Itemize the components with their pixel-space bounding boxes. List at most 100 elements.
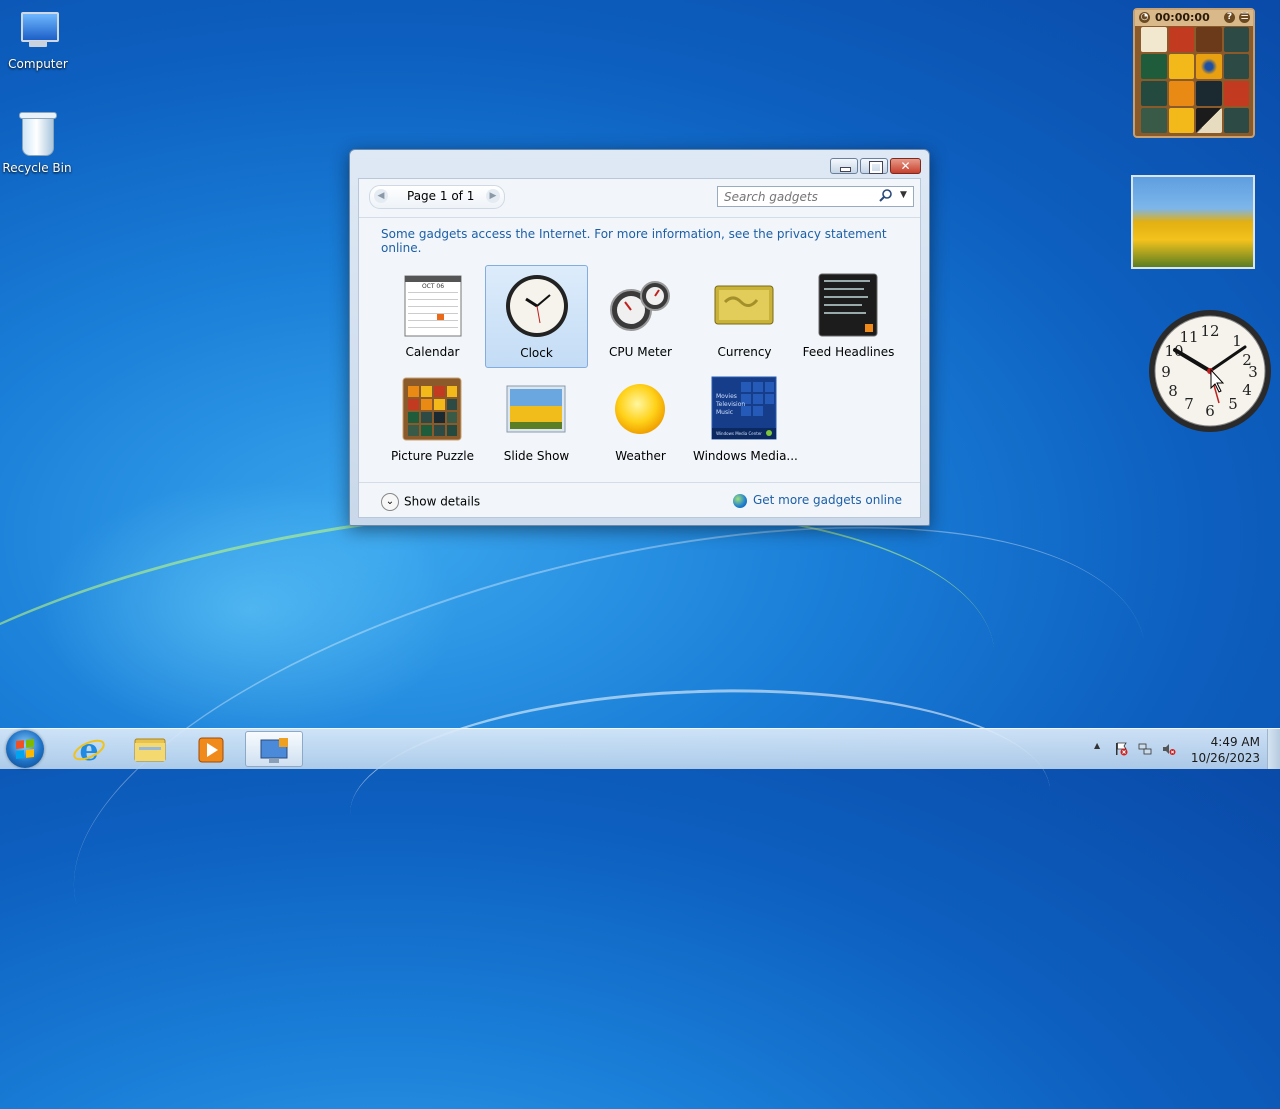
globe-icon [732, 493, 747, 508]
clock-gadget[interactable]: 1212 345 678 91011 [1147, 308, 1273, 434]
gadget-item-weather[interactable]: Weather [589, 369, 692, 472]
puzzle-tile[interactable] [1223, 27, 1249, 52]
search-input[interactable] [722, 189, 876, 205]
svg-text:3: 3 [1248, 363, 1258, 381]
puzzle-grid[interactable] [1141, 27, 1249, 133]
gadget-item-label: Currency [717, 345, 772, 359]
gadget-item-label: Feed Headlines [802, 345, 895, 359]
puzzle-tile[interactable] [1196, 54, 1222, 79]
action-center-flag-icon[interactable] [1114, 742, 1128, 756]
puzzle-tile[interactable] [1168, 108, 1194, 133]
chevron-down-icon[interactable]: ▼ [900, 190, 907, 200]
menu-icon[interactable]: ☰ [1239, 12, 1250, 23]
puzzle-tile[interactable] [1141, 27, 1167, 52]
puzzle-tile[interactable] [1141, 54, 1167, 79]
feed-headlines-icon [818, 273, 878, 337]
windows-logo-icon [16, 739, 34, 759]
taskbar-time: 4:49 AM [1210, 735, 1260, 749]
taskbar-internet-explorer[interactable]: e [60, 731, 118, 767]
taskbar-gadget-gallery[interactable] [245, 731, 303, 767]
desktop-icon-label: Computer [8, 57, 68, 71]
gadget-item-label: CPU Meter [609, 345, 672, 359]
taskbar-date: 10/26/2023 [1190, 751, 1260, 765]
media-menu-item: Music [716, 409, 733, 416]
gadget-item-windows-media[interactable]: Movies Television Music Windows Media Ce… [693, 369, 798, 472]
puzzle-tile[interactable] [1223, 108, 1249, 133]
minimize-icon [840, 167, 851, 172]
svg-text:6: 6 [1205, 402, 1215, 420]
cpu-meter-icon [610, 281, 670, 331]
calendar-month: OCT 06 [422, 283, 444, 290]
picture-puzzle-gadget[interactable]: ◔ 00:00:00 ? ☰ [1133, 8, 1255, 138]
gadget-item-cpu-meter[interactable]: CPU Meter [589, 265, 692, 368]
svg-text:7: 7 [1184, 395, 1194, 413]
gadget-gallery-window: ✕ ◀ Page 1 of 1 ▶ ▼ Some gadgets access … [349, 149, 930, 526]
desktop-icon-label: Recycle Bin [2, 161, 72, 175]
puzzle-tile[interactable] [1196, 27, 1222, 52]
taskbar-file-explorer[interactable] [121, 731, 179, 767]
puzzle-tile[interactable] [1141, 108, 1167, 133]
gadget-item-picture-puzzle[interactable]: Picture Puzzle [381, 369, 484, 472]
puzzle-tile[interactable] [1196, 81, 1222, 106]
gadget-item-clock[interactable]: Clock [485, 265, 588, 368]
media-menu-item: Movies [716, 393, 737, 400]
puzzle-tile[interactable] [1168, 27, 1194, 52]
divider [359, 217, 920, 218]
search-icon[interactable] [878, 188, 894, 204]
gadget-item-currency[interactable]: Currency [693, 265, 796, 368]
svg-text:5: 5 [1228, 395, 1238, 413]
start-button[interactable] [6, 730, 44, 768]
help-icon[interactable]: ? [1224, 12, 1235, 23]
puzzle-tile[interactable] [1168, 81, 1194, 106]
internet-explorer-icon: e [73, 733, 105, 767]
weather-icon [615, 384, 665, 434]
network-icon[interactable] [1138, 742, 1152, 756]
page-label: Page 1 of 1 [407, 189, 475, 203]
minimize-button[interactable] [830, 158, 858, 174]
slide-show-icon [506, 385, 566, 433]
gadget-item-calendar[interactable]: OCT 06 Calendar [381, 265, 484, 368]
chevron-down-icon: ⌄ [381, 493, 399, 511]
tray-overflow-button[interactable]: ▲ [1094, 741, 1100, 750]
media-player-icon [198, 737, 224, 763]
volume-muted-icon[interactable] [1162, 742, 1176, 756]
page-navigator: ◀ Page 1 of 1 ▶ [369, 185, 505, 209]
close-icon: ✕ [900, 159, 911, 173]
computer-icon [15, 8, 61, 54]
show-desktop-button[interactable] [1267, 729, 1280, 769]
taskbar-clock[interactable]: 4:49 AM 10/26/2023 [1191, 734, 1260, 766]
timer-icon[interactable]: ◔ [1139, 12, 1150, 23]
taskbar-media-player[interactable] [182, 731, 240, 767]
desktop-icon-recycle-bin[interactable]: Recycle Bin [0, 112, 75, 175]
privacy-info-link[interactable]: Some gadgets access the Internet. For mo… [381, 227, 920, 255]
get-more-gadgets-label: Get more gadgets online [752, 493, 902, 507]
restore-button[interactable] [860, 158, 888, 174]
close-button[interactable]: ✕ [890, 158, 921, 174]
puzzle-tile[interactable] [1223, 81, 1249, 106]
show-details-label: Show details [404, 494, 481, 509]
puzzle-tile[interactable] [1196, 108, 1222, 133]
gadget-item-label: Clock [520, 346, 553, 360]
puzzle-tile[interactable] [1168, 54, 1194, 79]
picture-puzzle-icon [402, 377, 462, 441]
show-details-toggle[interactable]: ⌄ Show details [381, 493, 480, 511]
gadget-item-feed-headlines[interactable]: Feed Headlines [797, 265, 900, 368]
svg-text:4: 4 [1242, 381, 1252, 399]
next-page-button[interactable]: ▶ [486, 189, 500, 203]
desktop-icon-computer[interactable]: Computer [0, 8, 76, 71]
puzzle-tile[interactable] [1223, 54, 1249, 79]
divider [359, 482, 920, 483]
clock-icon [506, 275, 568, 337]
puzzle-tile[interactable] [1141, 81, 1167, 106]
previous-page-button[interactable]: ◀ [374, 189, 388, 203]
svg-text:1: 1 [1232, 332, 1242, 350]
search-box[interactable]: ▼ [717, 186, 914, 207]
get-more-gadgets-link[interactable]: Get more gadgets online [732, 493, 902, 508]
slide-show-gadget[interactable] [1131, 175, 1255, 269]
gallery-panel: ◀ Page 1 of 1 ▶ ▼ Some gadgets access th… [358, 178, 921, 518]
gadget-item-slide-show[interactable]: Slide Show [485, 369, 588, 472]
folder-icon [134, 738, 166, 762]
svg-text:e: e [79, 733, 98, 767]
windows-media-icon: Movies Television Music Windows Media Ce… [711, 376, 777, 440]
calendar-icon: OCT 06 [404, 275, 462, 337]
